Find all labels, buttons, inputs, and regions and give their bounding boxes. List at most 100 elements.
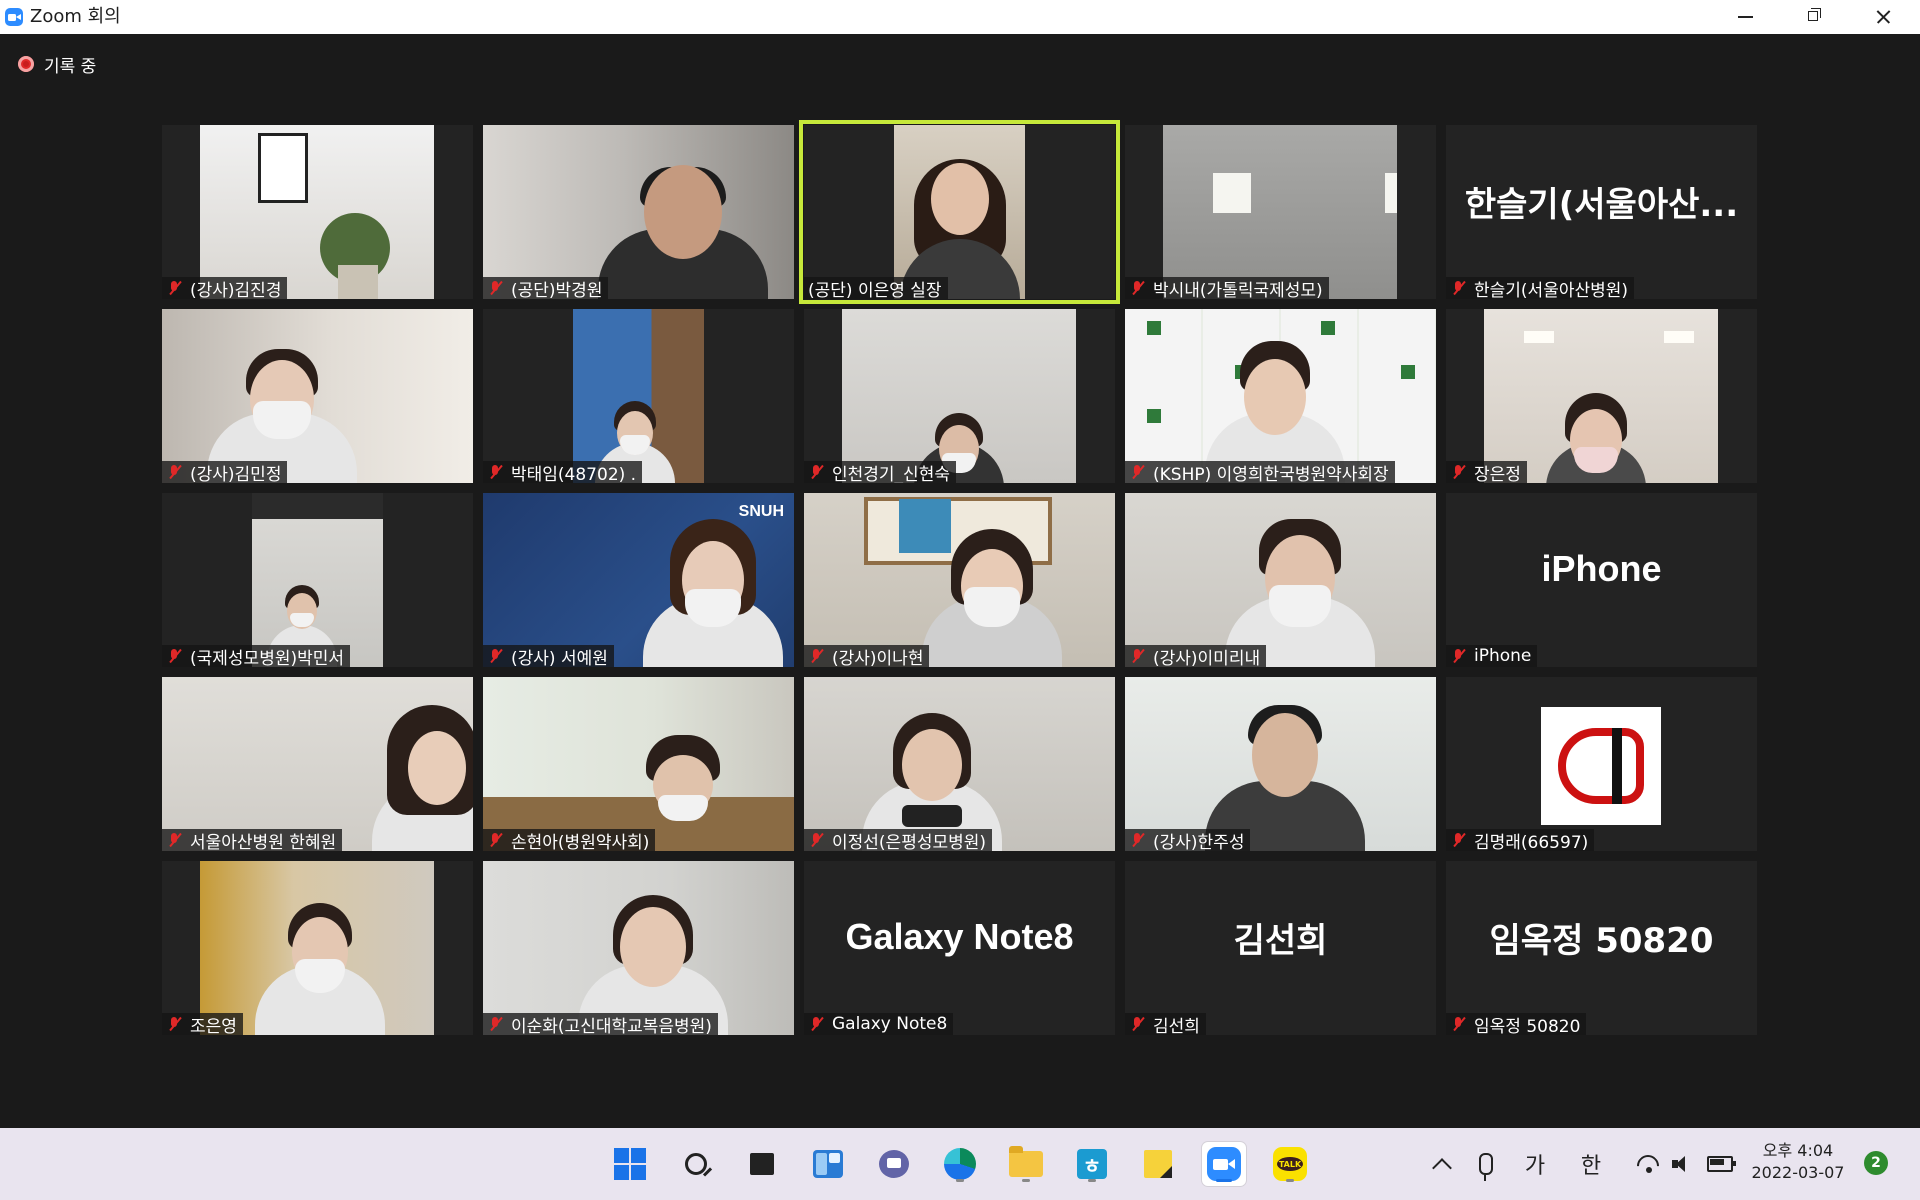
mic-muted-icon: [1450, 464, 1466, 480]
participant-video: SNUH: [483, 493, 794, 667]
participant-tile[interactable]: 한슬기(서울아산... 한슬기(서울아산병원): [1446, 125, 1757, 299]
participant-video: [804, 677, 1115, 851]
participant-tile[interactable]: (국제성모병원)박민서: [162, 493, 473, 667]
participant-tile[interactable]: iPhone iPhone: [1446, 493, 1757, 667]
file-explorer-icon[interactable]: [1004, 1142, 1048, 1186]
participant-name: 이순화(고신대학교복음병원): [511, 1016, 712, 1036]
participant-name: 서울아산병원 한혜원: [190, 832, 337, 852]
participant-name-bar: (강사) 서예원: [483, 645, 614, 667]
mic-muted-icon: [1129, 648, 1145, 664]
mic-muted-icon: [166, 832, 182, 848]
windows-start-icon[interactable]: [608, 1142, 652, 1186]
battery-icon[interactable]: [1706, 1146, 1736, 1182]
participant-tile[interactable]: 장은정: [1446, 309, 1757, 483]
notification-badge[interactable]: 2: [1864, 1151, 1888, 1175]
participant-tile[interactable]: (강사)김진경: [162, 125, 473, 299]
mic-muted-icon: [487, 648, 503, 664]
participant-tile[interactable]: 조은영: [162, 861, 473, 1035]
volume-icon[interactable]: [1670, 1146, 1696, 1182]
participant-name-bar: 이정선(은평성모병원): [804, 829, 993, 852]
clock-time: 오후 4:04: [1762, 1141, 1834, 1160]
mic-muted-icon: [1129, 464, 1145, 480]
participant-tile[interactable]: 인천경기_신현숙: [804, 309, 1115, 483]
participant-name-bar: 장은정: [1446, 461, 1527, 483]
participant-tile[interactable]: 이순화(고신대학교복음병원): [483, 861, 794, 1035]
kakaotalk-icon[interactable]: [1268, 1142, 1312, 1186]
participant-tile[interactable]: (강사)이나현: [804, 493, 1115, 667]
participant-tile[interactable]: (KSHP) 이영희한국병원약사회장: [1125, 309, 1436, 483]
participant-name-bar: (강사)이나현: [804, 645, 930, 667]
microphone-icon[interactable]: [1476, 1146, 1496, 1182]
participant-name-bar: 김선희: [1125, 1013, 1206, 1035]
participant-video: [1125, 677, 1436, 851]
restore-button[interactable]: [1778, 0, 1848, 34]
hangul-word-icon[interactable]: ㅎ: [1070, 1142, 1114, 1186]
participant-tile[interactable]: 서울아산병원 한혜원: [162, 677, 473, 851]
participant-name: 조은영: [190, 1016, 237, 1036]
participant-tile[interactable]: (공단)박경원: [483, 125, 794, 299]
participant-name: Galaxy Note8: [832, 1014, 948, 1034]
edge-browser-icon[interactable]: [938, 1142, 982, 1186]
participant-video: [573, 309, 704, 483]
mic-muted-icon: [1450, 832, 1466, 848]
participant-tile[interactable]: SNUH (강사) 서예원: [483, 493, 794, 667]
search-icon[interactable]: [674, 1142, 718, 1186]
minimize-button[interactable]: [1710, 0, 1780, 34]
mic-muted-icon: [808, 832, 824, 848]
mic-muted-icon: [487, 464, 503, 480]
participant-tile[interactable]: Galaxy Note8 Galaxy Note8: [804, 861, 1115, 1035]
mic-muted-icon: [1450, 1016, 1466, 1032]
participant-name: (강사)김진경: [190, 280, 282, 300]
participant-name: 김명래(66597): [1474, 832, 1589, 852]
participant-video: [1125, 309, 1436, 483]
ime-language-indicator[interactable]: 한: [1576, 1146, 1606, 1182]
participant-tile-active-speaker[interactable]: (공단) 이은영 실장: [799, 120, 1120, 304]
participant-name: 한슬기(서울아산병원): [1474, 280, 1629, 300]
zoom-logo-icon: [5, 8, 23, 26]
participant-name-bar: (강사)김진경: [162, 277, 288, 300]
participant-name-bar: 이순화(고신대학교복음병원): [483, 1013, 718, 1035]
mic-muted-icon: [487, 1016, 503, 1032]
participant-tile[interactable]: 박태임(48702) .: [483, 309, 794, 483]
widgets-icon[interactable]: [806, 1142, 850, 1186]
participant-name: 박태임(48702) .: [511, 464, 637, 484]
participant-tile[interactable]: (강사)김민정: [162, 309, 473, 483]
participant-name: 이정선(은평성모병원): [832, 832, 987, 852]
participant-tile[interactable]: 손현아(병원약사회): [483, 677, 794, 851]
show-hidden-icons-chevron-icon[interactable]: [1430, 1146, 1454, 1182]
participant-name-card: 김선희: [1233, 920, 1328, 961]
mic-muted-icon: [1129, 1016, 1145, 1032]
clock-date: 2022-03-07: [1751, 1163, 1845, 1182]
sticky-notes-icon[interactable]: [1136, 1142, 1180, 1186]
mic-muted-icon: [487, 280, 503, 296]
participant-name-bar: 박태임(48702) .: [483, 461, 643, 484]
participant-tile[interactable]: (강사)한주성: [1125, 677, 1436, 851]
windows-taskbar: ㅎ 가 한 오후 4:04 2022-03-07 2: [0, 1128, 1920, 1200]
participant-name-bar: 손현아(병원약사회): [483, 829, 656, 851]
participant-tile[interactable]: 김선희 김선희: [1125, 861, 1436, 1035]
participant-name-bar: (강사)이미리내: [1125, 645, 1267, 667]
participant-tile[interactable]: 이정선(은평성모병원): [804, 677, 1115, 851]
participant-name-bar: 김명래(66597): [1446, 829, 1595, 852]
participant-tile[interactable]: 김명래(66597): [1446, 677, 1757, 851]
participant-video: [200, 125, 434, 299]
participant-tile[interactable]: 임옥정 50820 임옥정 50820: [1446, 861, 1757, 1035]
participant-video: [842, 309, 1076, 483]
teams-chat-icon[interactable]: [872, 1142, 916, 1186]
clock[interactable]: 오후 4:04 2022-03-07: [1738, 1140, 1858, 1184]
close-button[interactable]: [1848, 0, 1918, 34]
participant-name-bar: (국제성모병원)박민서: [162, 645, 351, 667]
zoom-app-icon[interactable]: [1202, 1142, 1246, 1186]
mic-muted-icon: [808, 1016, 824, 1032]
recording-indicator[interactable]: 기록 중: [18, 52, 96, 77]
participant-tile[interactable]: 박시내(가톨릭국제성모): [1125, 125, 1436, 299]
participant-video: [1484, 309, 1718, 483]
participant-name-card: Galaxy Note8: [845, 916, 1074, 957]
participant-tile[interactable]: (강사)이미리내: [1125, 493, 1436, 667]
ime-mode-indicator[interactable]: 가: [1520, 1146, 1550, 1182]
gallery-view: (강사)김진경 (공단)박경원 (공단) 이은영 실장 박시내(가톨릭국제성모)…: [162, 120, 1757, 1035]
participant-name-bar: 인천경기_신현숙: [804, 461, 956, 483]
task-view-icon[interactable]: [740, 1142, 784, 1186]
mic-muted-icon: [1450, 280, 1466, 296]
wifi-icon[interactable]: [1636, 1146, 1662, 1182]
